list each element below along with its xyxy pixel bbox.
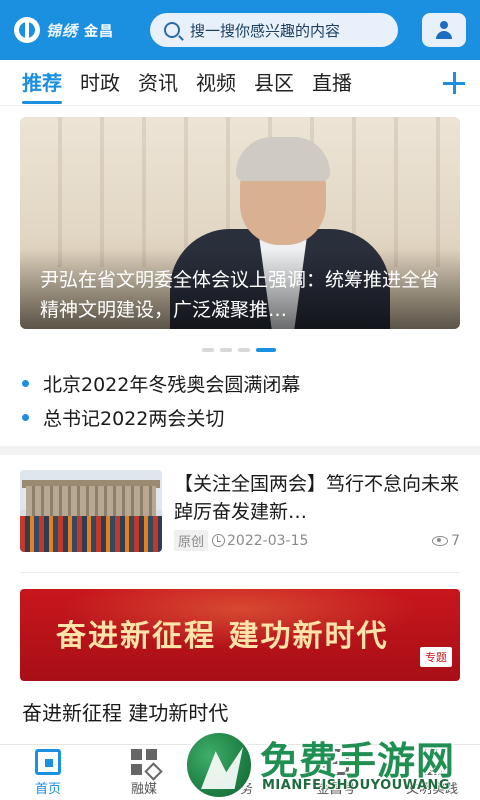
channel-tabs: 推荐 时政 资讯 视频 县区 直播 <box>0 60 480 106</box>
news-list-item[interactable]: 【关注全国两会】笃行不怠向未来 踔厉奋发建新… 原创 2022-03-15 7 <box>20 470 460 556</box>
headline-item[interactable]: 总书记2022两会关切 <box>22 400 462 434</box>
logo-name: 金昌 <box>84 23 115 40</box>
thumb-crowd <box>20 516 162 552</box>
tab-politics[interactable]: 时政 <box>80 60 120 106</box>
topic-tag: 专题 <box>420 647 452 667</box>
topic-banner[interactable]: 奋进新征程 建功新时代 专题 <box>20 589 460 681</box>
media-icon <box>131 748 157 775</box>
headline-text: 北京2022年冬残奥会圆满闭幕 <box>43 373 301 396</box>
nav-label: 首页 <box>34 781 61 797</box>
tab-county[interactable]: 县区 <box>254 60 294 106</box>
app-logo[interactable]: 锦绣 金昌 <box>14 17 134 43</box>
nav-label: 文明实践 <box>405 781 458 797</box>
section-divider <box>0 446 480 455</box>
headline-text: 总书记2022两会关切 <box>43 407 225 430</box>
logo-brand: 锦绣 <box>46 21 79 40</box>
topic-banner-text: 奋进新征程 建功新时代 <box>56 619 389 654</box>
news-body: 【关注全国两会】笃行不怠向未来 踔厉奋发建新… 原创 2022-03-15 7 <box>174 470 460 556</box>
logo-icon <box>14 17 40 43</box>
nav-label: 服务 <box>226 781 253 797</box>
search-icon <box>164 22 180 38</box>
nav-golden[interactable]: 金昌号 <box>288 745 384 800</box>
carousel-dot[interactable] <box>238 348 250 352</box>
logo-text: 锦绣 金昌 <box>46 20 114 41</box>
service-icon <box>227 748 253 775</box>
search-placeholder: 搜一搜你感兴趣的内容 <box>190 21 341 40</box>
home-icon <box>35 748 61 775</box>
search-bar[interactable]: 搜一搜你感兴趣的内容 <box>150 13 398 47</box>
view-count-value: 7 <box>451 532 460 549</box>
nav-civilization[interactable]: 文明实践 <box>384 745 480 800</box>
news-date: 2022-03-15 <box>227 532 309 549</box>
bullet-icon <box>22 379 29 387</box>
headline-item[interactable]: 北京2022年冬残奥会圆满闭幕 <box>22 366 462 400</box>
view-count: 7 <box>432 533 460 549</box>
eye-icon <box>432 535 449 546</box>
user-icon <box>435 21 453 39</box>
user-button[interactable] <box>422 13 466 47</box>
clock-icon <box>212 534 226 547</box>
golden-icon <box>323 748 349 775</box>
civilization-icon <box>419 748 445 775</box>
headline-list: 北京2022年冬残奥会圆满闭幕 总书记2022两会关切 <box>22 366 462 434</box>
tab-video[interactable]: 视频 <box>196 60 236 106</box>
carousel-dot[interactable] <box>220 348 232 352</box>
nav-home[interactable]: 首页 <box>0 745 96 800</box>
tab-live[interactable]: 直播 <box>312 60 352 106</box>
original-tag: 原创 <box>174 530 209 551</box>
app-header: 锦绣 金昌 搜一搜你感兴趣的内容 <box>0 0 480 60</box>
tab-news[interactable]: 资讯 <box>138 60 178 106</box>
nav-service[interactable]: 服务 <box>192 745 288 800</box>
item-divider <box>20 572 460 573</box>
add-channel-icon[interactable] <box>442 71 466 95</box>
thumb-building <box>26 486 156 516</box>
bottom-nav: 首页 融媒 服务 金昌号 文明实践 <box>0 744 480 800</box>
nav-media[interactable]: 融媒 <box>96 745 192 800</box>
tab-recommend[interactable]: 推荐 <box>22 60 62 106</box>
nav-label: 金昌号 <box>316 781 356 797</box>
carousel-indicator <box>202 348 276 352</box>
carousel-banner[interactable]: 尹弘在省文明委全体会议上强调：统筹推进全省精神文明建设，广泛凝聚推… <box>20 117 460 329</box>
news-title: 【关注全国两会】笃行不怠向未来 踔厉奋发建新… <box>174 473 460 523</box>
banner-caption: 尹弘在省文明委全体会议上强调：统筹推进全省精神文明建设，广泛凝聚推… <box>40 269 440 321</box>
person-hair <box>236 137 330 181</box>
news-meta: 原创 2022-03-15 7 <box>174 530 460 551</box>
carousel-dot[interactable] <box>202 348 214 352</box>
news-thumbnail <box>20 470 162 552</box>
bullet-icon <box>22 413 29 421</box>
topic-title[interactable]: 奋进新征程 建功新时代 <box>22 697 228 726</box>
carousel-dot-active[interactable] <box>256 348 276 352</box>
